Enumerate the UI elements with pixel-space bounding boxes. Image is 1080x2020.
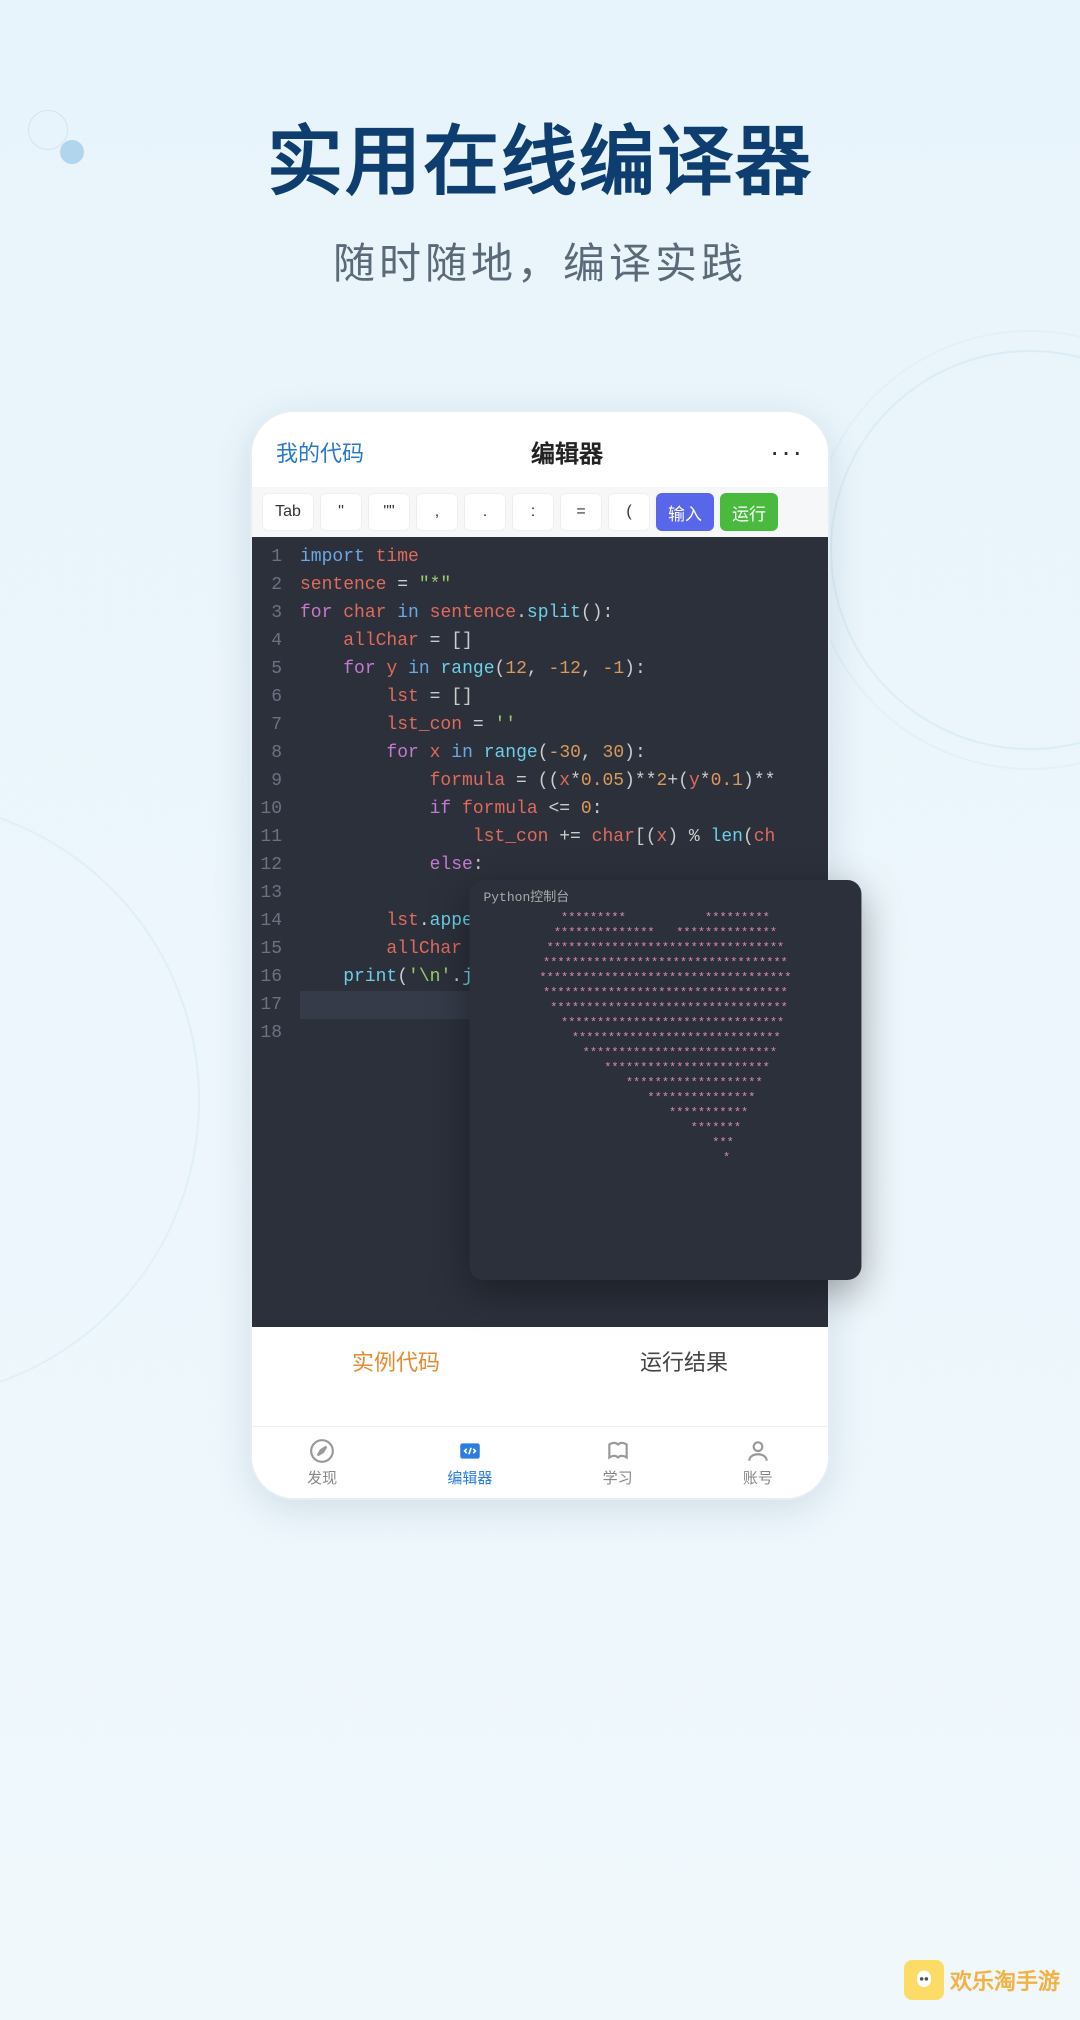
bg-decoration (810, 330, 1080, 770)
my-code-link[interactable]: 我的代码 (276, 436, 364, 468)
editor-bottom-tabs: 实例代码 运行结果 (252, 1327, 828, 1395)
watermark: 欢乐淘手游 (904, 1960, 1060, 2000)
nav-label: 账号 (743, 1467, 773, 1488)
compass-icon (308, 1437, 336, 1465)
line-gutter: 123456789101112131415161718 (252, 537, 292, 1327)
more-icon[interactable]: ··· (770, 436, 804, 468)
console-output: ********* *********************** ******… (483, 911, 847, 1166)
bg-decoration (0, 800, 200, 1400)
key-single-quote[interactable]: '' (320, 493, 362, 531)
watermark-text: 欢乐淘手游 (950, 1964, 1060, 1996)
app-header: 我的代码 编辑器 ··· (252, 412, 828, 487)
console-title: Python控制台 (483, 890, 847, 905)
nav-account[interactable]: 账号 (743, 1437, 773, 1488)
key-comma[interactable]: , (416, 493, 458, 531)
key-tab[interactable]: Tab (262, 493, 314, 531)
nav-label: 学习 (603, 1467, 633, 1488)
watermark-icon (904, 1960, 944, 2000)
key-paren[interactable]: ( (608, 493, 650, 531)
code-icon (456, 1437, 484, 1465)
nav-label: 编辑器 (447, 1467, 492, 1488)
tab-example-code[interactable]: 实例代码 (352, 1345, 440, 1377)
hero-subtitle: 随时随地，编译实践 (0, 230, 1080, 291)
key-period[interactable]: . (464, 493, 506, 531)
hero-title: 实用在线编译器 (0, 100, 1080, 210)
key-colon[interactable]: : (512, 493, 554, 531)
run-button[interactable]: 运行 (720, 493, 778, 531)
key-double-quote[interactable]: "" (368, 493, 410, 531)
tab-run-result[interactable]: 运行结果 (640, 1345, 728, 1377)
nav-editor[interactable]: 编辑器 (447, 1437, 492, 1488)
header-title: 编辑器 (531, 434, 603, 469)
person-icon (744, 1437, 772, 1465)
input-button[interactable]: 输入 (656, 493, 714, 531)
console-popup: Python控制台 ********* ********************… (469, 880, 861, 1280)
key-toolbar: Tab '' "" , . : = ( 输入 运行 (252, 487, 828, 537)
bg-decoration (60, 140, 84, 164)
key-equals[interactable]: = (560, 493, 602, 531)
nav-label: 发现 (307, 1467, 337, 1488)
book-icon (604, 1437, 632, 1465)
nav-learn[interactable]: 学习 (603, 1437, 633, 1488)
bottom-nav: 发现 编辑器 学习 账号 (252, 1426, 828, 1498)
nav-discover[interactable]: 发现 (307, 1437, 337, 1488)
